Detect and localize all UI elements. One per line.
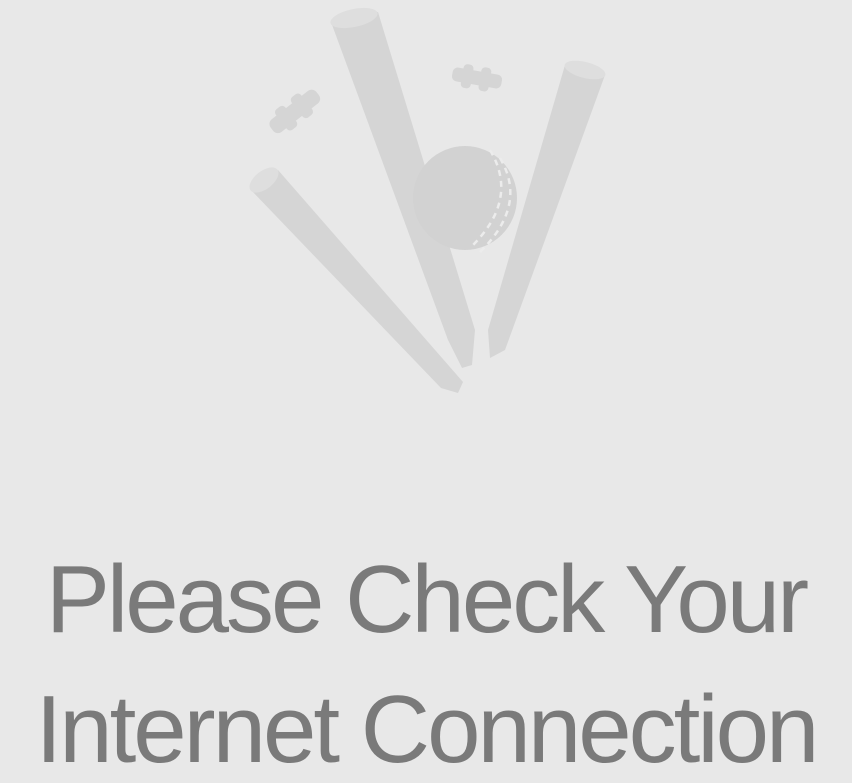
connection-error-message: Please Check Your Internet Connection bbox=[0, 535, 852, 783]
no-internet-screen: Please Check Your Internet Connection bbox=[0, 0, 852, 783]
left-bail bbox=[269, 89, 321, 134]
message-line-2: Internet Connection bbox=[35, 676, 820, 783]
right-bail bbox=[451, 64, 503, 92]
message-line-1: Please Check Your bbox=[45, 546, 809, 653]
broken-cricket-wicket-icon bbox=[249, 7, 606, 393]
